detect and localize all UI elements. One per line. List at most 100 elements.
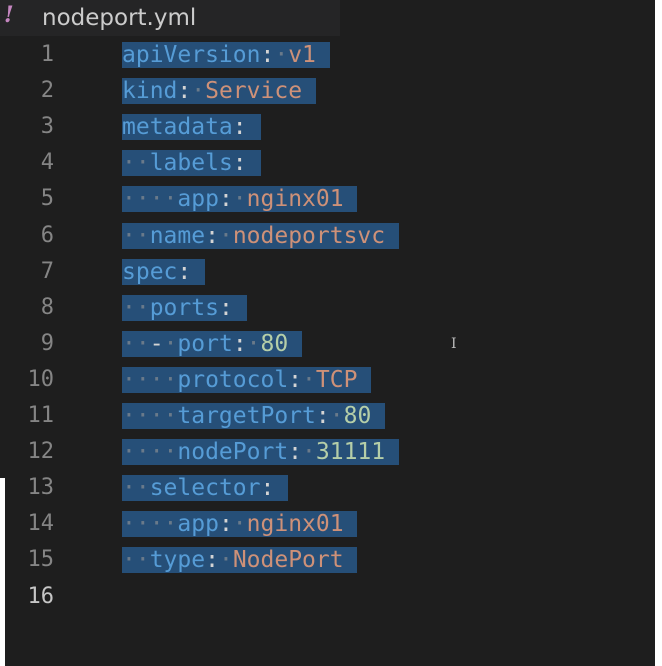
yaml-colon: : — [205, 547, 219, 574]
yaml-colon: : — [260, 475, 275, 502]
code-line[interactable]: ··type:·NodePort — [122, 542, 358, 578]
yaml-exclamation-icon: ! — [4, 2, 14, 28]
yaml-key: kind — [122, 78, 178, 105]
code-line[interactable]: ··name:·nodeportsvc — [122, 218, 399, 254]
line-number: 7 — [40, 258, 54, 284]
yaml-value: nginx01 — [246, 511, 344, 538]
line-number: 6 — [40, 222, 54, 248]
yaml-value: 80 — [260, 330, 289, 357]
indent-whitespace: ···· — [122, 403, 178, 429]
indent-whitespace: · — [163, 330, 178, 357]
yaml-key: port — [177, 330, 233, 357]
selection-highlight: ····protocol:·TCP — [122, 366, 372, 393]
indent-whitespace: ···· — [122, 366, 178, 393]
yaml-value: v1 — [288, 42, 316, 68]
code-line[interactable]: ··ports: — [122, 290, 247, 326]
selection-highlight: ····targetPort:·80 — [122, 403, 386, 429]
yaml-colon: : — [315, 403, 330, 429]
code-line[interactable]: ····targetPort:·80 — [122, 398, 386, 434]
yaml-value: NodePort — [232, 547, 344, 574]
editor-tab[interactable]: ! nodeport.yml — [0, 0, 340, 36]
code-line[interactable]: ··-·port:·80 — [122, 326, 303, 362]
code-line[interactable]: ····app:·nginx01 — [122, 506, 358, 542]
yaml-colon: : — [288, 366, 303, 393]
line-number: 1 — [40, 42, 54, 67]
code-line[interactable]: ··selector: — [122, 470, 289, 506]
line-number: 11 — [27, 403, 55, 428]
selection-highlight: metadata: — [122, 114, 261, 141]
yaml-key: apiVersion — [122, 42, 261, 68]
yaml-colon: : — [232, 114, 247, 141]
indent-whitespace: · — [232, 186, 247, 213]
list-dash: - — [149, 330, 164, 357]
indent-whitespace: ···· — [122, 186, 178, 213]
yaml-value: TCP — [315, 366, 358, 393]
code-line[interactable]: apiVersion:·v1 — [122, 37, 330, 73]
background-strip — [0, 478, 5, 666]
code-line[interactable]: ····protocol:·TCP — [122, 362, 372, 398]
selection-highlight: ··type:·NodePort — [122, 547, 358, 574]
line-number: 15 — [27, 547, 55, 573]
indent-whitespace: · — [274, 42, 289, 68]
selection-highlight: apiVersion:·v1 — [122, 42, 330, 68]
selection-highlight: ····app:·nginx01 — [122, 186, 358, 213]
yaml-key: spec — [122, 258, 178, 285]
line-number: 14 — [27, 511, 55, 537]
line-number: 13 — [27, 475, 55, 501]
line-number: 9 — [40, 330, 54, 356]
selection-highlight: ··-·port:·80 — [122, 330, 303, 357]
code-line[interactable]: kind:·Service — [122, 73, 316, 109]
yaml-colon: : — [218, 511, 233, 538]
text-cursor-icon: I — [451, 336, 457, 352]
yaml-value: 80 — [343, 403, 372, 429]
yaml-key: metadata — [122, 114, 233, 141]
indent-whitespace: · — [302, 439, 316, 466]
line-number: 5 — [40, 186, 54, 212]
yaml-colon: : — [232, 150, 247, 177]
line-number: 16 — [27, 583, 55, 609]
line-number: 12 — [27, 439, 55, 465]
yaml-value: nginx01 — [246, 186, 344, 213]
line-number: 8 — [40, 294, 54, 320]
selection-highlight: spec: — [122, 258, 206, 285]
line-number: 2 — [40, 78, 54, 104]
line-number: 3 — [40, 114, 54, 140]
code-line[interactable]: ····nodePort:·31111 — [122, 434, 399, 470]
code-editor[interactable]: ! nodeport.yml 1 2 3 4 5 6 7 8 9 10 11 12 13 14 15 16 a… — [0, 0, 655, 666]
yaml-colon: : — [232, 330, 247, 357]
yaml-colon: : — [205, 222, 219, 249]
yaml-key: name — [149, 222, 206, 249]
selection-highlight: ··labels: — [122, 150, 261, 177]
indent-whitespace: · — [232, 511, 247, 538]
indent-whitespace: · — [218, 547, 233, 574]
yaml-colon: : — [177, 78, 192, 105]
yaml-key: app — [177, 511, 219, 538]
indent-whitespace: · — [246, 330, 261, 357]
indent-whitespace: · — [329, 403, 344, 429]
code-line[interactable]: ····app:·nginx01 — [122, 181, 358, 217]
selection-highlight: kind:·Service — [122, 78, 316, 105]
yaml-key: type — [149, 547, 206, 574]
code-line[interactable]: ··labels: — [122, 145, 261, 181]
indent-whitespace: · — [218, 222, 233, 249]
indent-whitespace: ···· — [122, 439, 178, 466]
yaml-key: ports — [149, 294, 219, 321]
tab-title: nodeport.yml — [42, 5, 197, 31]
code-line[interactable]: metadata: — [122, 109, 261, 145]
yaml-value: nodeportsvc — [232, 222, 386, 249]
yaml-key: protocol — [177, 366, 289, 393]
yaml-value: Service — [205, 78, 303, 105]
indent-whitespace: · — [302, 366, 316, 393]
yaml-key: targetPort — [177, 403, 316, 429]
yaml-key: app — [177, 186, 219, 213]
yaml-colon: : — [218, 294, 233, 321]
code-line[interactable]: spec: — [122, 254, 206, 290]
yaml-key: selector — [149, 475, 261, 502]
indent-whitespace: ·· — [122, 475, 150, 502]
yaml-colon: : — [288, 439, 303, 466]
indent-whitespace: ·· — [122, 222, 150, 249]
selection-highlight: ··selector: — [122, 475, 289, 502]
indent-whitespace: ·· — [122, 547, 150, 574]
line-number: 10 — [27, 366, 55, 392]
indent-whitespace: · — [191, 78, 206, 105]
